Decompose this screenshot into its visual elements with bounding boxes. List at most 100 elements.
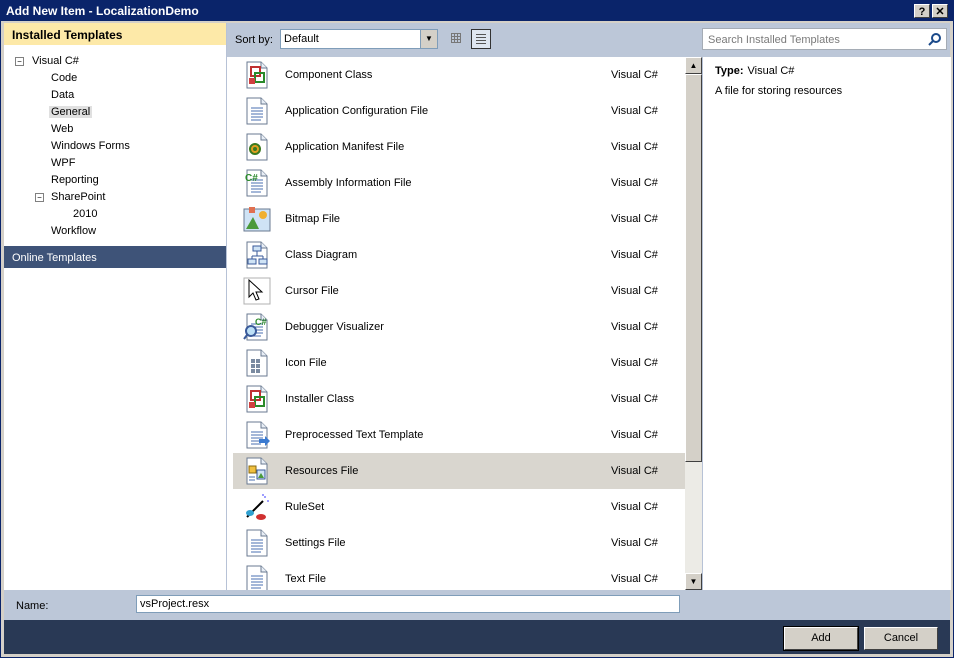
template-row[interactable]: RuleSet Visual C# <box>233 489 685 525</box>
add-new-item-dialog: Add New Item - LocalizationDemo ? ✕ Inst… <box>0 0 954 658</box>
resources-file-icon <box>246 457 268 485</box>
template-language: Visual C# <box>611 105 658 117</box>
tree-item[interactable]: General <box>49 106 93 118</box>
tree-item[interactable]: Windows Forms <box>51 140 130 152</box>
template-language: Visual C# <box>611 465 658 477</box>
svg-text:C#: C# <box>255 317 267 327</box>
search-input[interactable]: Search Installed Templates <box>702 28 947 50</box>
installed-templates-label: Installed Templates <box>12 28 123 42</box>
template-details-pane: Type: Visual C# A file for storing resour… <box>702 57 951 590</box>
scroll-thumb[interactable] <box>685 74 702 462</box>
icon-file-icon <box>246 349 268 377</box>
close-button[interactable]: ✕ <box>932 4 948 18</box>
template-category-pane: Installed Templates − Visual C# Code Data Ge… <box>4 23 227 590</box>
template-row[interactable]: Settings File Visual C# <box>233 525 685 561</box>
tree-item[interactable]: Reporting <box>51 174 99 186</box>
online-templates-label: Online Templates <box>12 252 97 264</box>
template-name: Resources File <box>285 465 359 477</box>
template-language: Visual C# <box>611 213 658 225</box>
search-placeholder: Search Installed Templates <box>708 34 840 46</box>
small-icons-view-button[interactable] <box>447 29 467 49</box>
cancel-button[interactable]: Cancel <box>864 627 938 650</box>
template-name: Application Configuration File <box>285 105 429 117</box>
small-icons-view-icon <box>451 33 461 43</box>
name-bar: Name: <box>4 590 950 620</box>
template-list: Component Class Visual C# Application Conf… <box>233 57 685 590</box>
template-row[interactable]: Icon File Visual C# <box>233 345 685 381</box>
search-bar-area: Search Installed Templates <box>702 23 950 57</box>
name-label: Name: <box>16 600 49 612</box>
template-row[interactable]: Text File Visual C# <box>233 561 685 590</box>
template-language: Visual C# <box>611 285 658 297</box>
tree-item[interactable]: Workflow <box>51 225 96 237</box>
sort-by-value: Default <box>284 33 319 45</box>
dialog-button-bar: Add Cancel <box>4 620 950 654</box>
template-name: Icon File <box>285 357 327 369</box>
template-row[interactable]: Cursor File Visual C# <box>233 273 685 309</box>
sort-toolbar: Sort by: Default ▼ <box>227 23 702 57</box>
template-name: Settings File <box>285 537 346 549</box>
template-language: Visual C# <box>611 393 658 405</box>
template-language: Visual C# <box>611 69 658 81</box>
search-icon[interactable] <box>928 32 942 46</box>
tree-item[interactable]: Web <box>51 123 73 135</box>
tree-item[interactable]: 2010 <box>73 208 97 220</box>
template-row[interactable]: Component Class Visual C# <box>233 57 685 93</box>
scroll-up-button[interactable]: ▲ <box>685 57 702 74</box>
template-type-row: Type: Visual C# <box>715 65 794 77</box>
text-template-icon <box>246 421 270 449</box>
template-row[interactable]: Preprocessed Text Template Visual C# <box>233 417 685 453</box>
template-name: Cursor File <box>285 285 339 297</box>
template-name: Component Class <box>285 69 373 81</box>
template-row[interactable]: Application Manifest File Visual C# <box>233 129 685 165</box>
installer-class-icon <box>246 385 268 413</box>
sort-by-dropdown[interactable]: Default ▼ <box>280 29 438 49</box>
svg-text:C#: C# <box>245 173 258 184</box>
name-field[interactable] <box>136 595 680 613</box>
medium-icons-view-icon <box>476 34 486 44</box>
tree-item[interactable]: Data <box>51 89 74 101</box>
tree-item[interactable]: SharePoint <box>51 191 105 203</box>
template-row[interactable]: C# Assembly Information File Visual C# <box>233 165 685 201</box>
tree-item[interactable]: Visual C# <box>32 55 79 67</box>
scroll-down-button[interactable]: ▼ <box>685 573 702 590</box>
manifest-file-icon <box>246 133 268 161</box>
medium-icons-view-button[interactable] <box>471 29 491 49</box>
template-language: Visual C# <box>611 537 658 549</box>
debugger-visualizer-icon: C# <box>243 313 268 341</box>
template-row[interactable]: Application Configuration File Visual C# <box>233 93 685 129</box>
template-row[interactable]: Class Diagram Visual C# <box>233 237 685 273</box>
title-bar: Add New Item - LocalizationDemo ? ✕ <box>1 1 953 21</box>
installed-templates-header[interactable]: Installed Templates <box>4 23 226 45</box>
template-row[interactable]: Bitmap File Visual C# <box>233 201 685 237</box>
chevron-down-icon[interactable]: ▼ <box>420 30 437 48</box>
help-button[interactable]: ? <box>914 4 930 18</box>
online-templates-header[interactable]: Online Templates <box>4 246 226 268</box>
template-name: Application Manifest File <box>285 141 405 153</box>
tree-collapse-toggle[interactable]: − <box>15 57 24 66</box>
config-file-icon <box>246 97 268 125</box>
template-name: Assembly Information File <box>285 177 412 189</box>
template-row[interactable]: Installer Class Visual C# <box>233 381 685 417</box>
template-row[interactable]: C# Debugger Visualizer Visual C# <box>233 309 685 345</box>
template-description: A file for storing resources <box>715 85 843 97</box>
template-name: Class Diagram <box>285 249 358 261</box>
dialog-body: Installed Templates − Visual C# Code Data Ge… <box>4 23 951 654</box>
cursor-icon <box>243 277 271 305</box>
template-language: Visual C# <box>611 501 658 513</box>
template-language: Visual C# <box>611 177 658 189</box>
template-list-scrollbar[interactable]: ▲ ▼ <box>685 57 702 590</box>
window-title: Add New Item - LocalizationDemo <box>6 4 199 18</box>
template-language: Visual C# <box>611 321 658 333</box>
add-button[interactable]: Add <box>783 626 859 651</box>
tree-item[interactable]: Code <box>51 72 77 84</box>
bitmap-icon <box>243 207 271 232</box>
template-language: Visual C# <box>611 357 658 369</box>
tree-collapse-toggle[interactable]: − <box>35 193 44 202</box>
template-name: Text File <box>285 573 326 585</box>
template-row[interactable]: Resources File Visual C# <box>233 453 685 489</box>
template-language: Visual C# <box>611 141 658 153</box>
csharp-file-icon: C# <box>245 169 268 197</box>
tree-item[interactable]: WPF <box>51 157 75 169</box>
template-name: RuleSet <box>285 501 325 513</box>
